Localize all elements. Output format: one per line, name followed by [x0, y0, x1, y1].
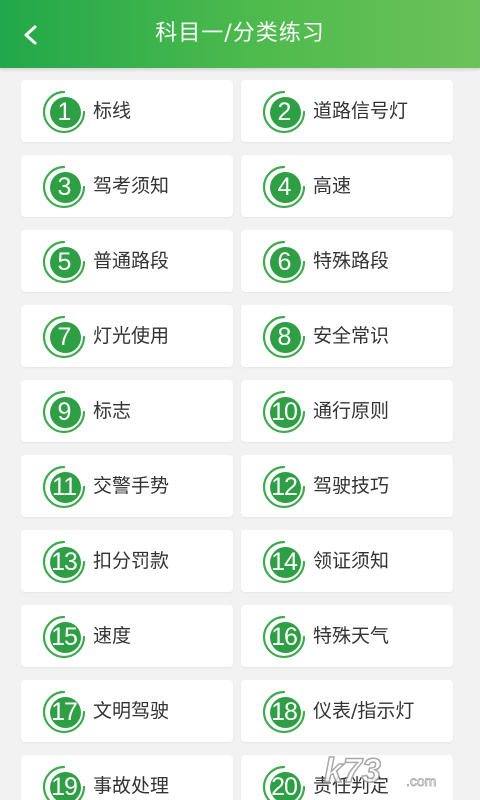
category-label: 文明驾驶 [93, 700, 170, 722]
badge-number: 20 [271, 773, 298, 800]
category-item[interactable]: 6 特殊路段 [241, 230, 453, 292]
number-badge: 8 [261, 314, 307, 360]
category-label: 速度 [93, 625, 132, 647]
number-badge: 7 [41, 314, 87, 360]
category-item[interactable]: 11 交警手势 [21, 455, 233, 517]
badge-number: 6 [277, 248, 292, 276]
number-badge: 6 [261, 239, 307, 285]
category-item[interactable]: 20 责任判定 [241, 755, 453, 800]
category-label: 特殊路段 [313, 250, 390, 272]
category-label: 道路信号灯 [313, 100, 409, 122]
category-item[interactable]: 2 道路信号灯 [241, 80, 453, 142]
category-label: 驾考须知 [93, 175, 170, 197]
category-label: 仪表/指示灯 [313, 700, 415, 722]
category-label: 责任判定 [313, 775, 390, 797]
badge-number: 13 [51, 548, 78, 576]
category-label: 事故处理 [93, 775, 170, 797]
number-badge: 17 [41, 689, 87, 735]
category-label: 灯光使用 [93, 325, 170, 347]
number-badge: 5 [41, 239, 87, 285]
category-label: 通行原则 [313, 400, 390, 422]
badge-number: 4 [277, 173, 292, 201]
category-label: 标志 [93, 400, 132, 422]
badge-number: 19 [51, 773, 78, 800]
category-label: 高速 [313, 175, 352, 197]
category-label: 特殊天气 [313, 625, 390, 647]
category-label: 普通路段 [93, 250, 170, 272]
badge-number: 7 [57, 323, 72, 351]
number-badge: 18 [261, 689, 307, 735]
category-item[interactable]: 18 仪表/指示灯 [241, 680, 453, 742]
category-item[interactable]: 4 高速 [241, 155, 453, 217]
category-item[interactable]: 19 事故处理 [21, 755, 233, 800]
badge-number: 12 [271, 473, 298, 501]
number-badge: 20 [261, 764, 307, 800]
category-label: 安全常识 [313, 325, 390, 347]
number-badge: 10 [261, 389, 307, 435]
badge-number: 8 [277, 323, 292, 351]
category-label: 扣分罚款 [93, 550, 170, 572]
category-item[interactable]: 9 标志 [21, 380, 233, 442]
category-item[interactable]: 10 通行原则 [241, 380, 453, 442]
category-label: 驾驶技巧 [313, 475, 390, 497]
badge-number: 2 [277, 98, 292, 126]
number-badge: 19 [41, 764, 87, 800]
category-item[interactable]: 7 灯光使用 [21, 305, 233, 367]
number-badge: 11 [41, 464, 87, 510]
category-item[interactable]: 12 驾驶技巧 [241, 455, 453, 517]
badge-number: 17 [51, 698, 78, 726]
category-item[interactable]: 14 领证须知 [241, 530, 453, 592]
category-item[interactable]: 1 标线 [21, 80, 233, 142]
badge-number: 14 [271, 548, 298, 576]
badge-number: 1 [57, 98, 72, 126]
number-badge: 13 [41, 539, 87, 585]
badge-number: 15 [51, 623, 78, 651]
number-badge: 16 [261, 614, 307, 660]
category-label: 标线 [93, 100, 132, 122]
badge-number: 10 [271, 398, 298, 426]
category-item[interactable]: 15 速度 [21, 605, 233, 667]
category-label: 领证须知 [313, 550, 390, 572]
badge-number: 18 [271, 698, 298, 726]
category-item[interactable]: 13 扣分罚款 [21, 530, 233, 592]
badge-number: 5 [57, 248, 72, 276]
badge-number: 9 [57, 398, 72, 426]
badge-number: 16 [271, 623, 298, 651]
category-item[interactable]: 3 驾考须知 [21, 155, 233, 217]
number-badge: 12 [261, 464, 307, 510]
number-badge: 1 [41, 89, 87, 135]
number-badge: 4 [261, 164, 307, 210]
number-badge: 9 [41, 389, 87, 435]
number-badge: 14 [261, 539, 307, 585]
number-badge: 2 [261, 89, 307, 135]
category-item[interactable]: 5 普通路段 [21, 230, 233, 292]
badge-number: 11 [52, 473, 77, 501]
category-grid: 1 标线 2 道路信号灯 3 驾考须知 4 高速 5 普通路段 6 特殊路段 7 灯光使用 8 安全常识 9 标志… [0, 68, 480, 800]
category-item[interactable]: 16 特殊天气 [241, 605, 453, 667]
app-header: 科目一/分类练习 [0, 0, 480, 68]
number-badge: 3 [41, 164, 87, 210]
category-item[interactable]: 17 文明驾驶 [21, 680, 233, 742]
number-badge: 15 [41, 614, 87, 660]
badge-number: 3 [57, 173, 72, 201]
page-title: 科目一/分类练习 [155, 21, 325, 46]
category-item[interactable]: 8 安全常识 [241, 305, 453, 367]
category-label: 交警手势 [93, 475, 170, 497]
